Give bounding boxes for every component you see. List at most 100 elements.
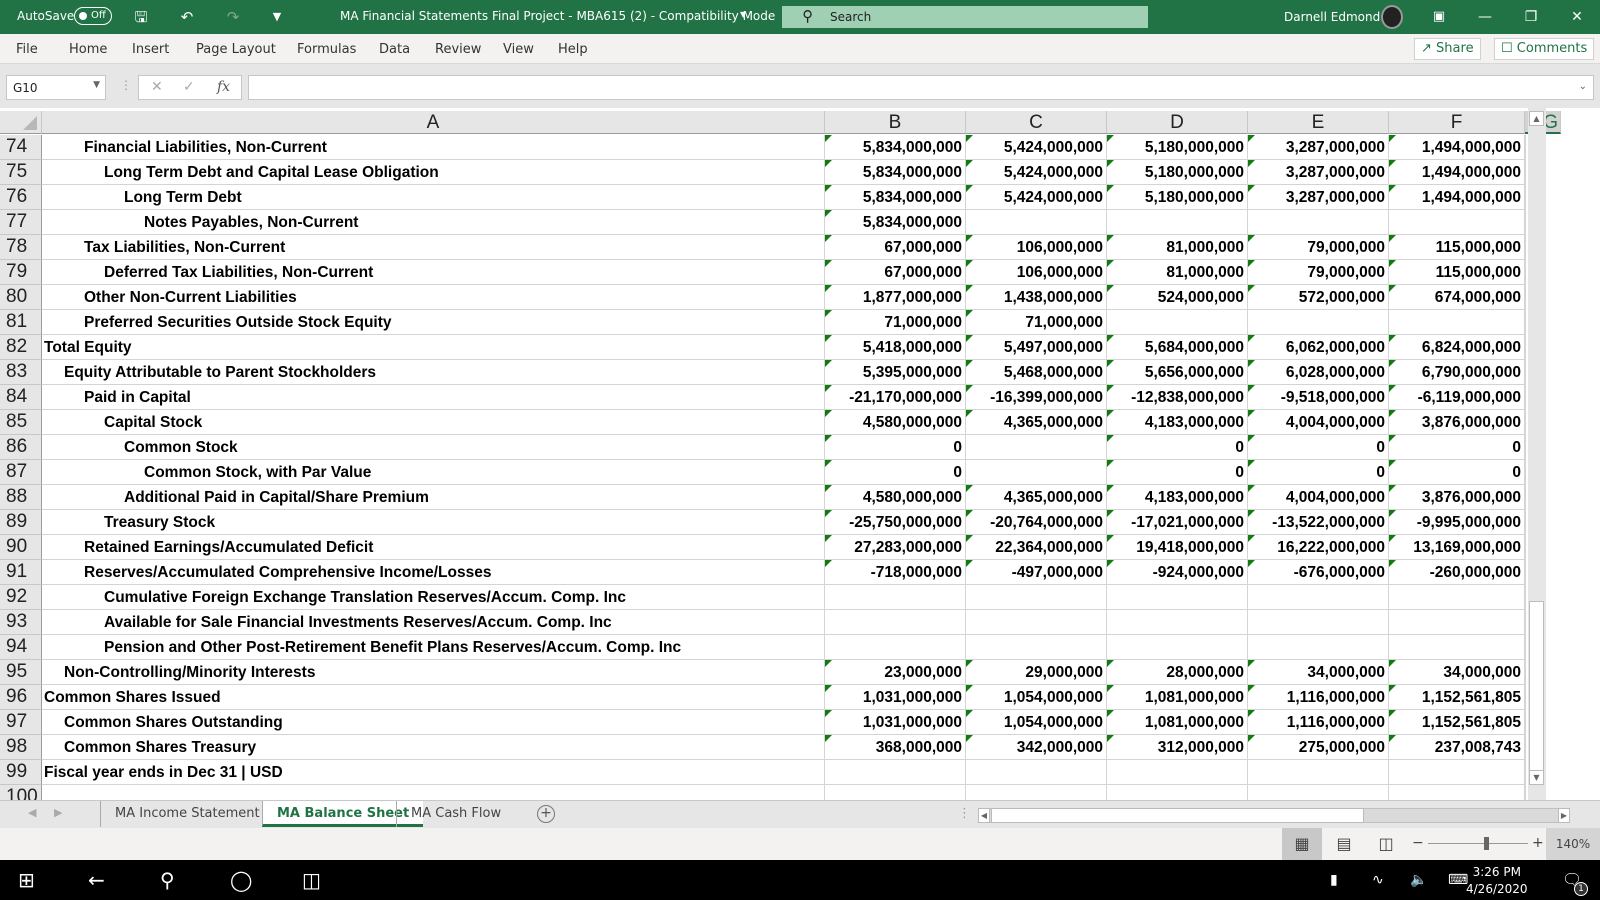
- row-header[interactable]: 74: [0, 135, 42, 160]
- comments-button[interactable]: ☐ Comments: [1494, 38, 1595, 60]
- share-button[interactable]: ↗ Share: [1414, 38, 1481, 60]
- cell-value-b[interactable]: 0: [825, 460, 966, 485]
- cell-value-d[interactable]: 28,000,000: [1107, 660, 1248, 685]
- row-header[interactable]: 84: [0, 385, 42, 410]
- cell-value-f[interactable]: 674,000,000: [1389, 285, 1525, 310]
- column-header-f[interactable]: F: [1389, 111, 1525, 134]
- cell-value-f[interactable]: 6,790,000,000: [1389, 360, 1525, 385]
- cell-value-c[interactable]: -20,764,000,000: [966, 510, 1107, 535]
- sheet-tab[interactable]: MA Income Statement: [100, 801, 274, 827]
- row-header[interactable]: 91: [0, 560, 42, 585]
- insert-function-icon[interactable]: fx: [217, 79, 230, 95]
- cell-value-c[interactable]: 4,365,000,000: [966, 410, 1107, 435]
- cell-value-c[interactable]: 1,054,000,000: [966, 685, 1107, 710]
- row-header[interactable]: 89: [0, 510, 42, 535]
- tab-home[interactable]: Home: [69, 42, 107, 57]
- cell-value-f[interactable]: 1,152,561,805: [1389, 685, 1525, 710]
- scroll-down-icon[interactable]: ▼: [1529, 770, 1544, 785]
- scroll-right-icon[interactable]: ▶: [1558, 808, 1570, 823]
- worksheet-grid[interactable]: ABCDEFG 74 Financial Liabilities, Non-Cur…: [0, 108, 1600, 800]
- page-layout-view-icon[interactable]: ▤: [1324, 828, 1364, 860]
- cell-label[interactable]: Notes Payables, Non-Current: [42, 210, 825, 235]
- title-dropdown-icon[interactable]: ▼: [740, 10, 746, 19]
- cell-value-b[interactable]: 5,834,000,000: [825, 185, 966, 210]
- cell-value-b[interactable]: 5,418,000,000: [825, 335, 966, 360]
- row-header[interactable]: 98: [0, 735, 42, 760]
- cell-label[interactable]: Tax Liabilities, Non-Current: [42, 235, 825, 260]
- cell-value-g[interactable]: [1525, 160, 1526, 185]
- cell-value-b[interactable]: 71,000,000: [825, 310, 966, 335]
- cell-value-d[interactable]: 0: [1107, 435, 1248, 460]
- cell-value-c[interactable]: -497,000,000: [966, 560, 1107, 585]
- cell-value-g[interactable]: [1525, 310, 1526, 335]
- name-box[interactable]: G10 ▼: [6, 75, 106, 100]
- cell-value-d[interactable]: 1,081,000,000: [1107, 710, 1248, 735]
- cell-value-d[interactable]: 524,000,000: [1107, 285, 1248, 310]
- cell-value-d[interactable]: -12,838,000,000: [1107, 385, 1248, 410]
- row-header[interactable]: 96: [0, 685, 42, 710]
- horizontal-scroll-thumb[interactable]: [991, 808, 1364, 823]
- cell-value-d[interactable]: 5,180,000,000: [1107, 185, 1248, 210]
- chevron-down-icon[interactable]: ▼: [93, 80, 100, 90]
- cell-value-g[interactable]: [1525, 660, 1526, 685]
- cell-value-e[interactable]: 572,000,000: [1248, 285, 1389, 310]
- resize-handle-icon[interactable]: ⋮: [120, 78, 132, 92]
- cell-value-b[interactable]: [825, 585, 966, 610]
- sheet-tab[interactable]: MA Cash Flow: [396, 801, 515, 827]
- cell-value-f[interactable]: 115,000,000: [1389, 260, 1525, 285]
- clock[interactable]: 3:26 PM 4/26/2020: [1466, 864, 1528, 898]
- cell-value-g[interactable]: [1525, 735, 1526, 760]
- cell-value-e[interactable]: 79,000,000: [1248, 235, 1389, 260]
- cell-value-g[interactable]: [1525, 335, 1526, 360]
- cell-value-f[interactable]: 1,494,000,000: [1389, 185, 1525, 210]
- cell-value-d[interactable]: [1107, 310, 1248, 335]
- volume-icon[interactable]: 🔈: [1410, 872, 1427, 888]
- cell-value-g[interactable]: [1525, 510, 1526, 535]
- ribbon-display-options-icon[interactable]: ▣: [1424, 4, 1454, 30]
- cell-label[interactable]: Fiscal year ends in Dec 31 | USD: [42, 760, 825, 785]
- row-header[interactable]: 99: [0, 760, 42, 785]
- column-header-e[interactable]: E: [1248, 111, 1389, 134]
- cell-value-g[interactable]: [1525, 135, 1526, 160]
- tab-data[interactable]: Data: [379, 42, 410, 57]
- cell-value-d[interactable]: 1,081,000,000: [1107, 685, 1248, 710]
- cell-value-b[interactable]: -21,170,000,000: [825, 385, 966, 410]
- cell-value-d[interactable]: 19,418,000,000: [1107, 535, 1248, 560]
- cell-value-g[interactable]: [1525, 560, 1526, 585]
- row-header[interactable]: 83: [0, 360, 42, 385]
- cell-value-e[interactable]: 79,000,000: [1248, 260, 1389, 285]
- task-view-icon[interactable]: ◫: [302, 868, 321, 892]
- cell-value-g[interactable]: [1525, 585, 1526, 610]
- cell-value-f[interactable]: [1389, 210, 1525, 235]
- cell-value-e[interactable]: 0: [1248, 435, 1389, 460]
- tab-file[interactable]: File: [16, 42, 38, 57]
- tab-help[interactable]: Help: [558, 42, 588, 57]
- cell-value-e[interactable]: 4,004,000,000: [1248, 485, 1389, 510]
- cell-label[interactable]: Long Term Debt and Capital Lease Obligat…: [42, 160, 825, 185]
- cell-value-f[interactable]: [1389, 785, 1525, 800]
- formula-input[interactable]: ⌄: [248, 75, 1594, 100]
- row-header[interactable]: 77: [0, 210, 42, 235]
- cell-value-f[interactable]: 13,169,000,000: [1389, 535, 1525, 560]
- zoom-level[interactable]: 140%: [1546, 828, 1600, 860]
- cell-value-e[interactable]: 3,287,000,000: [1248, 185, 1389, 210]
- cell-value-c[interactable]: 71,000,000: [966, 310, 1107, 335]
- next-sheet-icon[interactable]: ▶: [54, 806, 62, 819]
- search-box[interactable]: ⚲ Search: [782, 6, 1148, 28]
- cell-value-c[interactable]: [966, 460, 1107, 485]
- column-header-d[interactable]: D: [1107, 111, 1248, 134]
- row-header[interactable]: 100: [0, 785, 42, 800]
- user-name[interactable]: Darnell Edmond: [1284, 10, 1380, 24]
- battery-icon[interactable]: ▮: [1330, 872, 1338, 888]
- cell-label[interactable]: Retained Earnings/Accumulated Deficit: [42, 535, 825, 560]
- cell-value-b[interactable]: 4,580,000,000: [825, 410, 966, 435]
- cell-label[interactable]: Available for Sale Financial Investments…: [42, 610, 825, 635]
- cell-value-g[interactable]: [1525, 185, 1526, 210]
- tab-view[interactable]: View: [503, 42, 534, 57]
- cell-value-g[interactable]: [1525, 360, 1526, 385]
- row-header[interactable]: 75: [0, 160, 42, 185]
- cell-label[interactable]: Pension and Other Post-Retirement Benefi…: [42, 635, 825, 660]
- cell-value-c[interactable]: [966, 610, 1107, 635]
- cell-value-c[interactable]: 106,000,000: [966, 235, 1107, 260]
- page-break-view-icon[interactable]: ◫: [1366, 828, 1406, 860]
